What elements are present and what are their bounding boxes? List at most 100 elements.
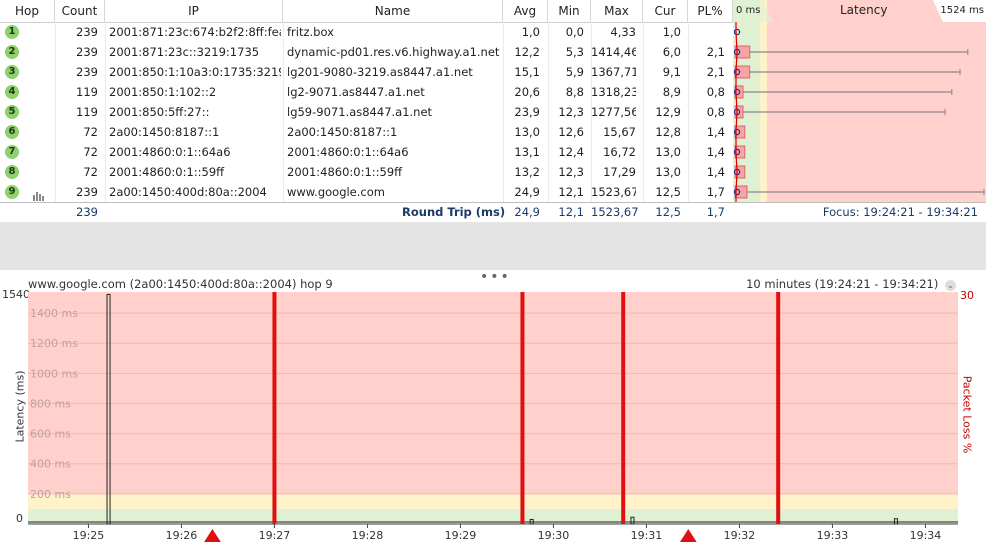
table-row[interactable]: 7 72 2001:4860:0:1::64a6 2001:4860:0:1::64a… bbox=[0, 142, 733, 162]
footer-cur: 12,5 bbox=[655, 205, 681, 219]
cell-avg: 12,2 bbox=[514, 45, 540, 59]
cell-count: 239 bbox=[76, 25, 98, 39]
lower-graph-title: www.google.com (2a00:1450:400d:80a::2004… bbox=[28, 277, 333, 291]
column-divider bbox=[591, 22, 592, 202]
cell-min: 12,1 bbox=[558, 185, 584, 199]
cell-pl: 0,8 bbox=[706, 85, 725, 99]
column-header-hop[interactable]: Hop bbox=[0, 0, 55, 22]
table-row[interactable]: 9 239 2a00:1450:400d:80a::2004 www.google.c… bbox=[0, 182, 733, 202]
y-tick-label: 600 ms bbox=[30, 428, 71, 441]
column-header-name[interactable]: Name bbox=[283, 0, 503, 22]
table-footer: 239 Round Trip (ms) 24,9 12,1 1523,67 12… bbox=[0, 202, 986, 223]
table-row[interactable]: 6 72 2a00:1450:8187::1 2a00:1450:8187::1 13,… bbox=[0, 122, 733, 142]
y-tick-label: 200 ms bbox=[30, 488, 71, 501]
cell-avg: 13,0 bbox=[514, 125, 540, 139]
cell-cur: 12,8 bbox=[655, 125, 681, 139]
column-divider bbox=[733, 22, 734, 202]
table-row[interactable]: 3 239 2001:850:1:10a3:0:1735:3219:1 lg201-9… bbox=[0, 62, 733, 82]
column-divider bbox=[503, 22, 504, 202]
x-tick-label: 19:29 bbox=[445, 529, 477, 542]
x-tick-label: 19:31 bbox=[631, 529, 663, 542]
x-tick-label: 19:32 bbox=[724, 529, 756, 542]
cell-min: 12,3 bbox=[558, 105, 584, 119]
cell-avg: 20,6 bbox=[514, 85, 540, 99]
bar-chart-icon[interactable] bbox=[33, 187, 44, 201]
y-axis-title: Latency (ms) bbox=[13, 370, 27, 443]
cell-pl: 2,1 bbox=[706, 45, 725, 59]
column-divider bbox=[688, 22, 689, 202]
cell-ip: 2a00:1450:400d:80a::2004 bbox=[109, 185, 267, 199]
y-axis-min-label: 0 bbox=[16, 512, 23, 525]
table-row[interactable]: 1 239 2001:871:23c:674:b2f2:8ff:fea7:f frit… bbox=[0, 22, 733, 42]
cell-max: 1414,46 bbox=[591, 45, 636, 59]
cell-ip: 2a00:1450:8187::1 bbox=[109, 125, 220, 139]
event-marker-triangle[interactable] bbox=[203, 529, 221, 542]
column-header-min[interactable]: Min bbox=[548, 0, 591, 22]
cell-cur: 12,5 bbox=[655, 185, 681, 199]
footer-max: 1523,67 bbox=[591, 205, 639, 219]
hop-number-badge: 2 bbox=[5, 45, 19, 59]
footer-count: 239 bbox=[76, 205, 98, 219]
column-header-cur[interactable]: Cur bbox=[643, 0, 688, 22]
table-row[interactable]: 8 72 2001:4860:0:1::59ff 2001:4860:0:1::59f… bbox=[0, 162, 733, 182]
table-row[interactable]: 5 119 2001:850:5ff:27:: lg59-9071.as8447.a1… bbox=[0, 102, 733, 122]
cell-name: dynamic-pd01.res.v6.highway.a1.net bbox=[287, 45, 500, 59]
hop-number-badge: 6 bbox=[5, 125, 19, 139]
latency-max-label: 1524 ms bbox=[940, 5, 984, 16]
cell-avg: 13,1 bbox=[514, 145, 540, 159]
cell-count: 72 bbox=[83, 145, 98, 159]
cell-max: 4,33 bbox=[610, 25, 636, 39]
cell-name: www.google.com bbox=[287, 185, 385, 199]
hop-number-badge: 5 bbox=[5, 105, 19, 119]
footer-focus: Focus: 19:24:21 - 19:34:21 bbox=[822, 205, 978, 219]
hop-number-badge: 3 bbox=[5, 65, 19, 79]
cell-min: 8,8 bbox=[565, 85, 584, 99]
column-divider bbox=[283, 22, 284, 202]
cell-cur: 12,9 bbox=[655, 105, 681, 119]
latency-chart[interactable]: 200 ms 400 ms 600 ms 800 ms 1000 ms 1200 ms 14… bbox=[28, 292, 958, 542]
latency-column-graph bbox=[733, 22, 986, 202]
latency-header[interactable]: 0 ms Latency 1524 ms bbox=[733, 0, 986, 22]
cell-pl: 1,4 bbox=[706, 145, 725, 159]
cell-pl: 2,1 bbox=[706, 65, 725, 79]
splitter-handle[interactable]: ••• bbox=[480, 269, 511, 285]
cell-name: 2a00:1450:8187::1 bbox=[287, 125, 398, 139]
footer-min: 12,1 bbox=[558, 205, 584, 219]
x-tick-label: 19:27 bbox=[259, 529, 291, 542]
column-divider bbox=[105, 22, 106, 202]
footer-pl: 1,7 bbox=[706, 205, 725, 219]
event-marker-triangle[interactable] bbox=[679, 529, 697, 542]
cell-cur: 8,9 bbox=[662, 85, 681, 99]
latency-zone-high bbox=[28, 292, 958, 524]
latency-min-label: 0 ms bbox=[736, 5, 761, 16]
latency-header-label: Latency bbox=[840, 3, 888, 17]
packet-loss-line bbox=[520, 292, 525, 524]
time-range-selector[interactable]: 10 minutes (19:24:21 - 19:34:21) ⌄ bbox=[746, 277, 956, 291]
cell-pl: 1,4 bbox=[706, 125, 725, 139]
cell-pl: 0,8 bbox=[706, 105, 725, 119]
hop-number-badge: 1 bbox=[5, 25, 19, 39]
cell-pl: 1,4 bbox=[706, 165, 725, 179]
y-tick-label: 1400 ms bbox=[30, 307, 78, 320]
column-header-avg[interactable]: Avg bbox=[503, 0, 548, 22]
table-row[interactable]: 2 239 2001:871:23c::3219:1735 dynamic-pd01.… bbox=[0, 42, 733, 62]
column-divider bbox=[548, 22, 549, 202]
cell-max: 16,72 bbox=[603, 145, 636, 159]
cell-min: 0,0 bbox=[565, 25, 584, 39]
column-header-pl[interactable]: PL% bbox=[688, 0, 733, 22]
column-header-count[interactable]: Count bbox=[55, 0, 105, 22]
y-tick-label: 800 ms bbox=[30, 397, 71, 410]
x-tick-label: 19:34 bbox=[910, 529, 942, 542]
table-row[interactable]: 4 119 2001:850:1:102::2 lg2-9071.as8447.a1.… bbox=[0, 82, 733, 102]
chevron-down-icon[interactable]: ⌄ bbox=[945, 280, 956, 291]
cell-max: 1318,23 bbox=[591, 85, 636, 99]
x-tick-label: 19:33 bbox=[817, 529, 849, 542]
column-header-max[interactable]: Max bbox=[591, 0, 643, 22]
y-tick-label: 1200 ms bbox=[30, 337, 78, 350]
cell-count: 239 bbox=[76, 185, 98, 199]
cell-avg: 23,9 bbox=[514, 105, 540, 119]
cell-ip: 2001:871:23c::3219:1735 bbox=[109, 45, 260, 59]
cell-cur: 1,0 bbox=[662, 25, 681, 39]
column-header-ip[interactable]: IP bbox=[105, 0, 283, 22]
time-range-label: 10 minutes (19:24:21 - 19:34:21) bbox=[746, 277, 939, 291]
